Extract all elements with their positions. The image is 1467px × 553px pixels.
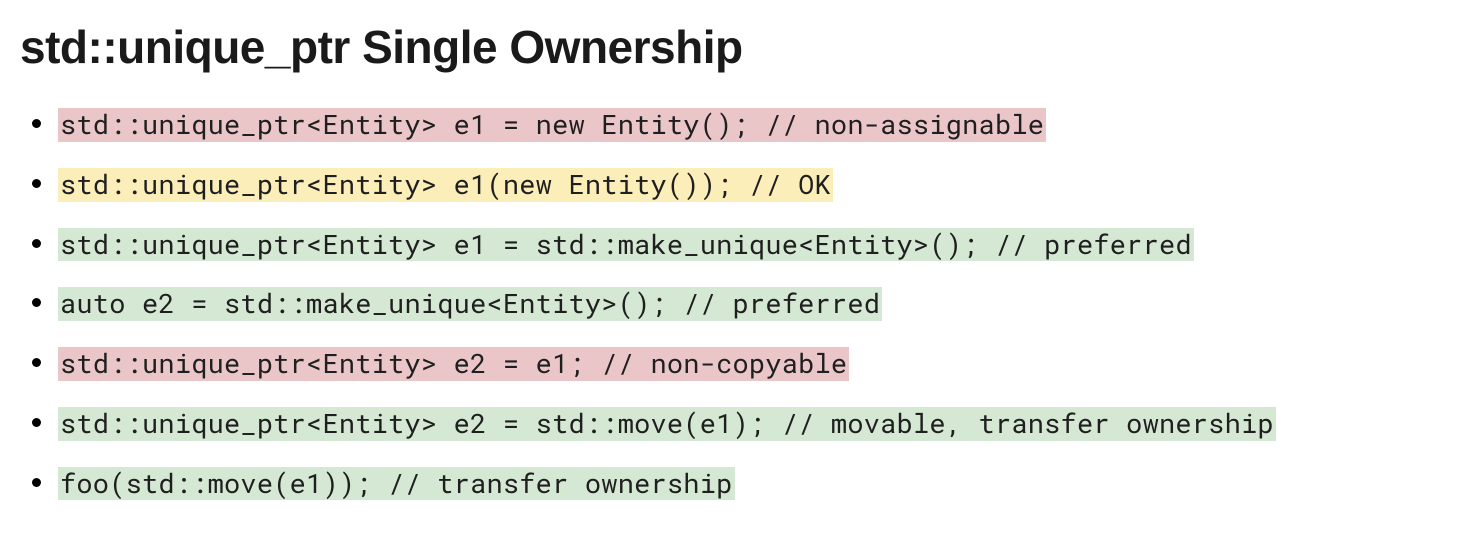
code-snippet: std::unique_ptr<Entity> e1 = std::make_u… — [58, 228, 1194, 262]
list-item: std::unique_ptr<Entity> e2 = std::move(e… — [58, 407, 1447, 441]
code-snippet: std::unique_ptr<Entity> e1(new Entity())… — [58, 168, 833, 202]
code-snippet: foo(std::move(e1)); // transfer ownershi… — [58, 467, 735, 501]
list-item: std::unique_ptr<Entity> e1 = new Entity(… — [58, 108, 1447, 142]
code-snippet: std::unique_ptr<Entity> e2 = e1; // non-… — [58, 347, 849, 381]
list-item: foo(std::move(e1)); // transfer ownershi… — [58, 467, 1447, 501]
code-snippet: std::unique_ptr<Entity> e2 = std::move(e… — [58, 407, 1276, 441]
list-item: std::unique_ptr<Entity> e1 = std::make_u… — [58, 228, 1447, 262]
code-list: std::unique_ptr<Entity> e1 = new Entity(… — [20, 108, 1447, 500]
slide-title: std::unique_ptr Single Ownership — [20, 20, 1447, 74]
list-item: std::unique_ptr<Entity> e1(new Entity())… — [58, 168, 1447, 202]
code-snippet: std::unique_ptr<Entity> e1 = new Entity(… — [58, 108, 1046, 142]
list-item: auto e2 = std::make_unique<Entity>(); //… — [58, 287, 1447, 321]
code-snippet: auto e2 = std::make_unique<Entity>(); //… — [58, 287, 882, 321]
list-item: std::unique_ptr<Entity> e2 = e1; // non-… — [58, 347, 1447, 381]
